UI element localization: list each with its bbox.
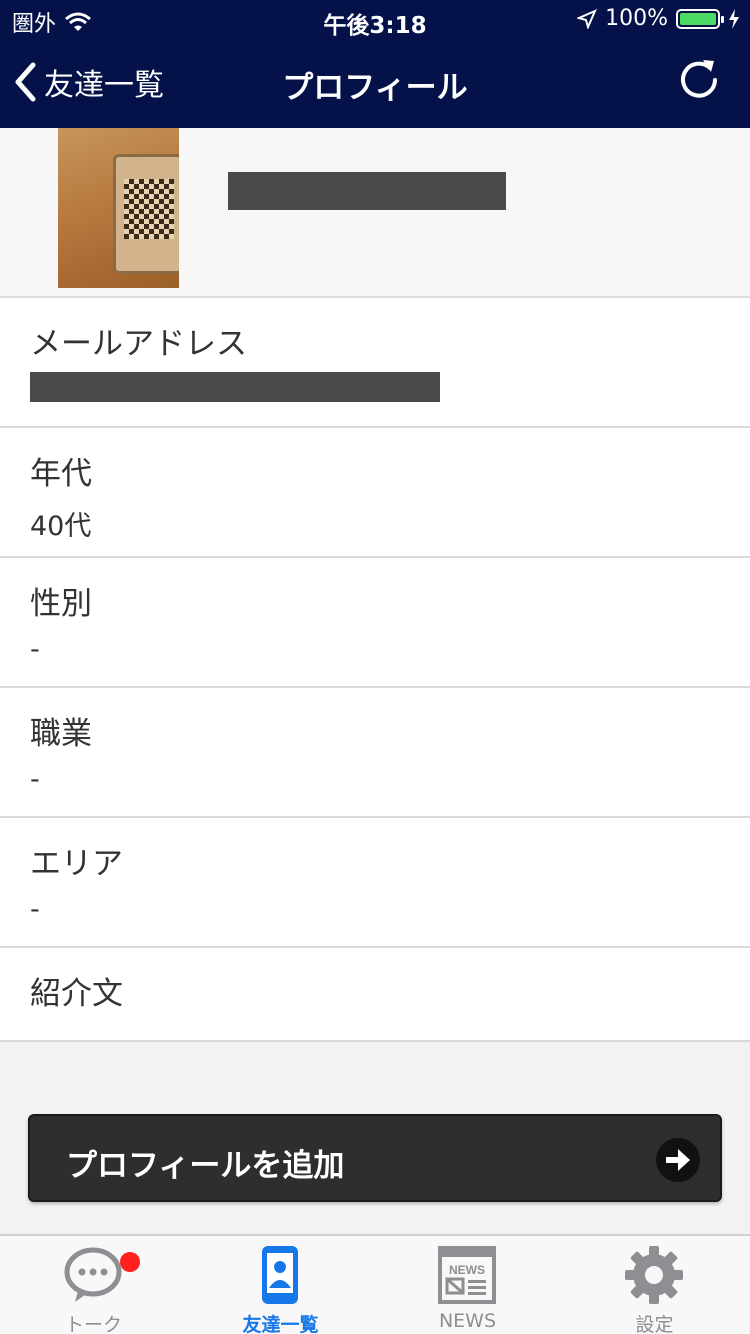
- tab-friends-label: 友達一覧: [242, 1314, 319, 1334]
- status-right: 100%: [577, 6, 740, 31]
- area-label: エリア: [30, 846, 123, 882]
- tab-talk[interactable]: トーク: [0, 1236, 187, 1334]
- email-label: メールアドレス: [30, 326, 247, 362]
- tab-friends[interactable]: 友達一覧: [187, 1236, 374, 1334]
- occupation-label: 職業: [30, 716, 92, 752]
- gender-label: 性別: [30, 586, 92, 622]
- intro-label: 紹介文: [30, 976, 123, 1012]
- gender-row: 性別 -: [0, 558, 750, 688]
- tab-news[interactable]: NEWS NEWS: [374, 1236, 561, 1334]
- age-label: 年代: [30, 456, 92, 492]
- email-row: メールアドレス: [0, 298, 750, 428]
- notification-badge: [120, 1252, 140, 1272]
- avatar[interactable]: [58, 128, 179, 288]
- battery-icon: [676, 8, 724, 29]
- svg-text:NEWS: NEWS: [449, 1263, 485, 1277]
- tab-settings[interactable]: 設定: [561, 1236, 748, 1334]
- add-profile-button[interactable]: プロフィールを追加: [28, 1114, 722, 1202]
- avatar-phone-image: [113, 154, 179, 274]
- area-row: エリア -: [0, 818, 750, 948]
- tab-news-label: NEWS: [438, 1310, 497, 1332]
- tab-talk-label: トーク: [64, 1314, 122, 1334]
- location-arrow-icon: [577, 8, 598, 29]
- status-bar: 圏外 午後3:18 100%: [0, 0, 750, 40]
- profile-header: [0, 128, 750, 298]
- gender-value: -: [30, 634, 40, 665]
- age-row: 年代 40代: [0, 428, 750, 558]
- add-profile-label: プロフィールを追加: [66, 1148, 345, 1184]
- tab-bar: トーク 友達一覧 NEWS NEWS 設定: [0, 1234, 750, 1334]
- page-title: プロフィール: [282, 70, 468, 106]
- phone-person-icon: [262, 1246, 298, 1304]
- intro-row: 紹介文: [0, 948, 750, 1042]
- news-icon: NEWS: [438, 1246, 496, 1304]
- name-redacted: [228, 172, 506, 210]
- refresh-icon[interactable]: [676, 56, 722, 102]
- tab-settings-label: 設定: [635, 1314, 674, 1334]
- arrow-right-icon: [656, 1138, 700, 1182]
- email-redacted: [30, 372, 440, 402]
- nav-bar: 友達一覧 プロフィール: [0, 40, 750, 128]
- top-bar: 圏外 午後3:18 100% 友達一覧 プロフィール: [0, 0, 750, 128]
- charging-bolt-icon: [729, 8, 739, 29]
- age-value: 40代: [30, 511, 92, 542]
- gear-icon: [625, 1246, 683, 1304]
- chat-bubble-icon: [64, 1247, 122, 1302]
- battery-percent: 100%: [605, 6, 668, 31]
- occupation-value: -: [30, 764, 40, 795]
- area-value: -: [30, 894, 40, 925]
- occupation-row: 職業 -: [0, 688, 750, 818]
